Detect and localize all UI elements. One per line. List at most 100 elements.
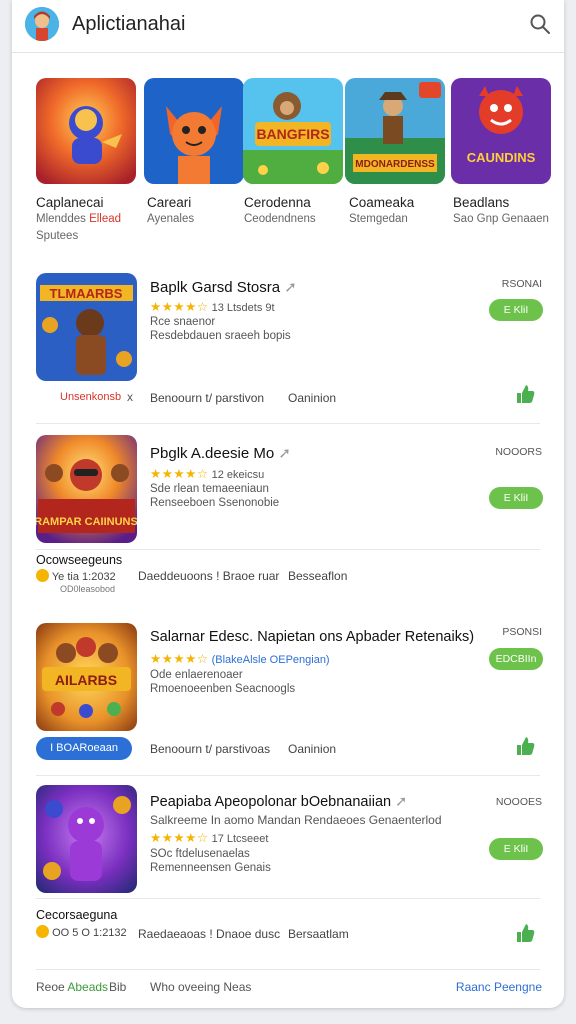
featured-sub-text: Mlenddes [36,213,86,225]
app-desc-2b: Renseeboen Ssenonobie [150,497,280,509]
app-meta-3a: Benoourn t/ parstivoas [150,742,271,756]
featured-sub-4: Stemgedan [349,213,408,225]
app-size-3: PSONSI [502,626,542,638]
featured-name-3: Cerodenna [244,195,311,210]
app-meta-1b: Oaninion [288,391,337,405]
app-avatar[interactable] [25,7,59,41]
featured-sub2-1: Sputees [36,230,79,242]
app-name-3: Salarnar Edesc. Napietan ons Apbader Ret… [150,629,475,645]
featured-sub-1: Mlenddes Ellead [36,213,121,225]
star-rating-icon: ★★★★☆ [150,467,209,481]
app-name-4: Peapiaba Apeopolonar bOebnanaiian ➚ [150,794,407,810]
divider [36,423,540,424]
app-meta-1a: Benoourn t/ parstivon [150,391,265,405]
star-rating-icon: ★★★★☆ [150,831,209,845]
featured-tile-4[interactable]: MDONARDENSS [345,78,445,184]
app-icon-2-text: RAMPAR CAIINUNS [36,516,137,528]
divider [36,969,540,970]
featured-sub-2: Ayenales [147,213,195,225]
app-rating-1: ★★★★☆ 13 Ltsdets 9t [150,299,275,314]
app-name-4-text: Peapiaba Apeopolonar bOebnanaiian [150,794,392,810]
app-name-2: Pbglk A.deesie Mo ➚ [150,444,291,462]
featured-name-4: Coameaka [349,195,415,210]
sub-rating-2: Ye tia 1:2032 [36,569,116,583]
close-icon[interactable]: x [127,390,133,404]
app-desc-4b: Remenneensen Genais [150,862,271,874]
install-button-2[interactable]: E KliI [489,487,543,509]
thumbs-up-icon[interactable] [514,735,536,757]
app-tag-1[interactable]: Unsenkonsb [60,391,121,403]
footer-left-text: Reoe [36,980,65,994]
app-desc-4a: SOc ftdelusenaelas [150,848,250,860]
svg-text:BANGFIRS: BANGFIRS [256,126,329,142]
app-meta-3b: Oaninion [288,742,337,756]
app-name-1: Baplk Garsd Stosra ➚ [150,278,297,296]
app-desc-3a: Ode enlaerenoaer [150,669,243,681]
install-button-3[interactable]: EDCBIIn [489,648,543,670]
app-meta-4a: Raedaeaoas ! Dnaoe dusc [138,927,281,941]
sub-title-2: Ocowseegeuns [36,553,123,567]
coin-icon [36,569,49,582]
app-size-2: NOOORS [495,446,542,458]
featured-name-2: Careari [147,195,192,210]
featured-name-1: Caplanecai [36,195,104,210]
footer-left2[interactable]: Bib [109,980,126,994]
app-name-2-text: Pbglk A.deesie Mo [150,445,275,462]
blue-action-button[interactable]: I BOARoeaan [36,737,132,760]
featured-tile-5[interactable]: CAUNDINS [451,78,551,184]
sub-rating-2-text: Ye tia 1:2032 [51,571,116,583]
thumbs-up-icon[interactable] [514,383,536,405]
sub-rating-4: OO 5 O 1:2132 [36,925,127,939]
footer-right-link[interactable]: Raanc Peengne [456,980,542,994]
pin-icon: ➚ [278,445,291,462]
app-rating-4-text: 17 Ltcseeet [211,833,269,845]
app-icon-3-text: AILARBS [55,672,117,688]
app-desc-4-top: Salkreeme In aomo Mandan Rendaeoes Genae… [150,813,442,827]
featured-tile-3[interactable]: BANGFIRS [243,78,343,184]
app-name-1-text: Baplk Garsd Stosra [150,279,281,296]
app-icon-3[interactable]: AILARBS [36,623,137,731]
svg-text:MDONARDENSS: MDONARDENSS [355,159,435,170]
divider [36,549,540,550]
app-icon-2[interactable]: RAMPAR CAIINUNS [36,435,137,543]
app-rating-2: ★★★★☆ 12 ekeicsu [150,466,264,481]
app-desc-1a: Rce snaenor [150,316,216,328]
footer-left-green: Abeads [67,980,109,994]
install-button-1[interactable]: E KliI [489,299,543,321]
divider [36,898,540,899]
divider [36,775,540,776]
app-meta-2a: Daeddeuoons ! Braoe ruar [138,569,280,583]
featured-tile-2[interactable] [144,78,244,184]
footer-middle[interactable]: Who oveeing Neas [150,980,251,994]
top-bar: Aplictianahai [12,0,564,53]
sub-rating-4-text: OO 5 O 1:2132 [52,927,127,939]
install-button-4[interactable]: E KliI [489,838,543,860]
app-desc-2a: Sde rlean temaeeniaun [150,483,269,495]
app-icon-1-text: TLMAARBS [50,286,123,301]
app-window: Aplictianahai BANGFIRS MDONARDENSS CAUND… [12,0,564,1008]
featured-sub-5: Sao Gnp Genaaen [453,213,549,225]
pin-icon: ➚ [284,279,297,296]
app-rating-3: ★★★★☆ (BlakeAlsle OEPengian) [150,651,330,666]
featured-sub-3: Ceodendnens [244,213,316,225]
app-rating-3-text: (BlakeAlsle OEPengian) [211,654,330,666]
footer-left[interactable]: Reoe Abeads [36,980,108,994]
app-icon-4[interactable] [36,785,137,893]
thumbs-up-icon[interactable] [514,922,536,944]
featured-sub-highlight: Ellead [89,213,122,225]
sub-title-4: Cecorsaeguna [36,908,118,922]
app-size-1: RSONAI [501,278,542,290]
svg-text:CAUNDINS: CAUNDINS [467,150,536,165]
app-desc-3b: Rmoenoeenben Seacnoogls [150,683,296,695]
coin-icon [36,925,49,938]
featured-name-5: Beadlans [453,195,510,210]
star-rating-icon: ★★★★☆ [150,652,209,666]
app-size-4: NOOOES [495,796,542,808]
app-icon-1[interactable]: TLMAARBS [36,273,137,381]
app-rating-4: ★★★★☆ 17 Ltcseeet [150,830,268,845]
app-meta-4b: Bersaatlam [288,927,349,941]
search-icon[interactable] [528,12,552,36]
sub-small-2: OD0leasobod [60,584,116,594]
app-meta-2b: Besseaflon [288,569,348,583]
featured-tile-1[interactable] [36,78,136,184]
